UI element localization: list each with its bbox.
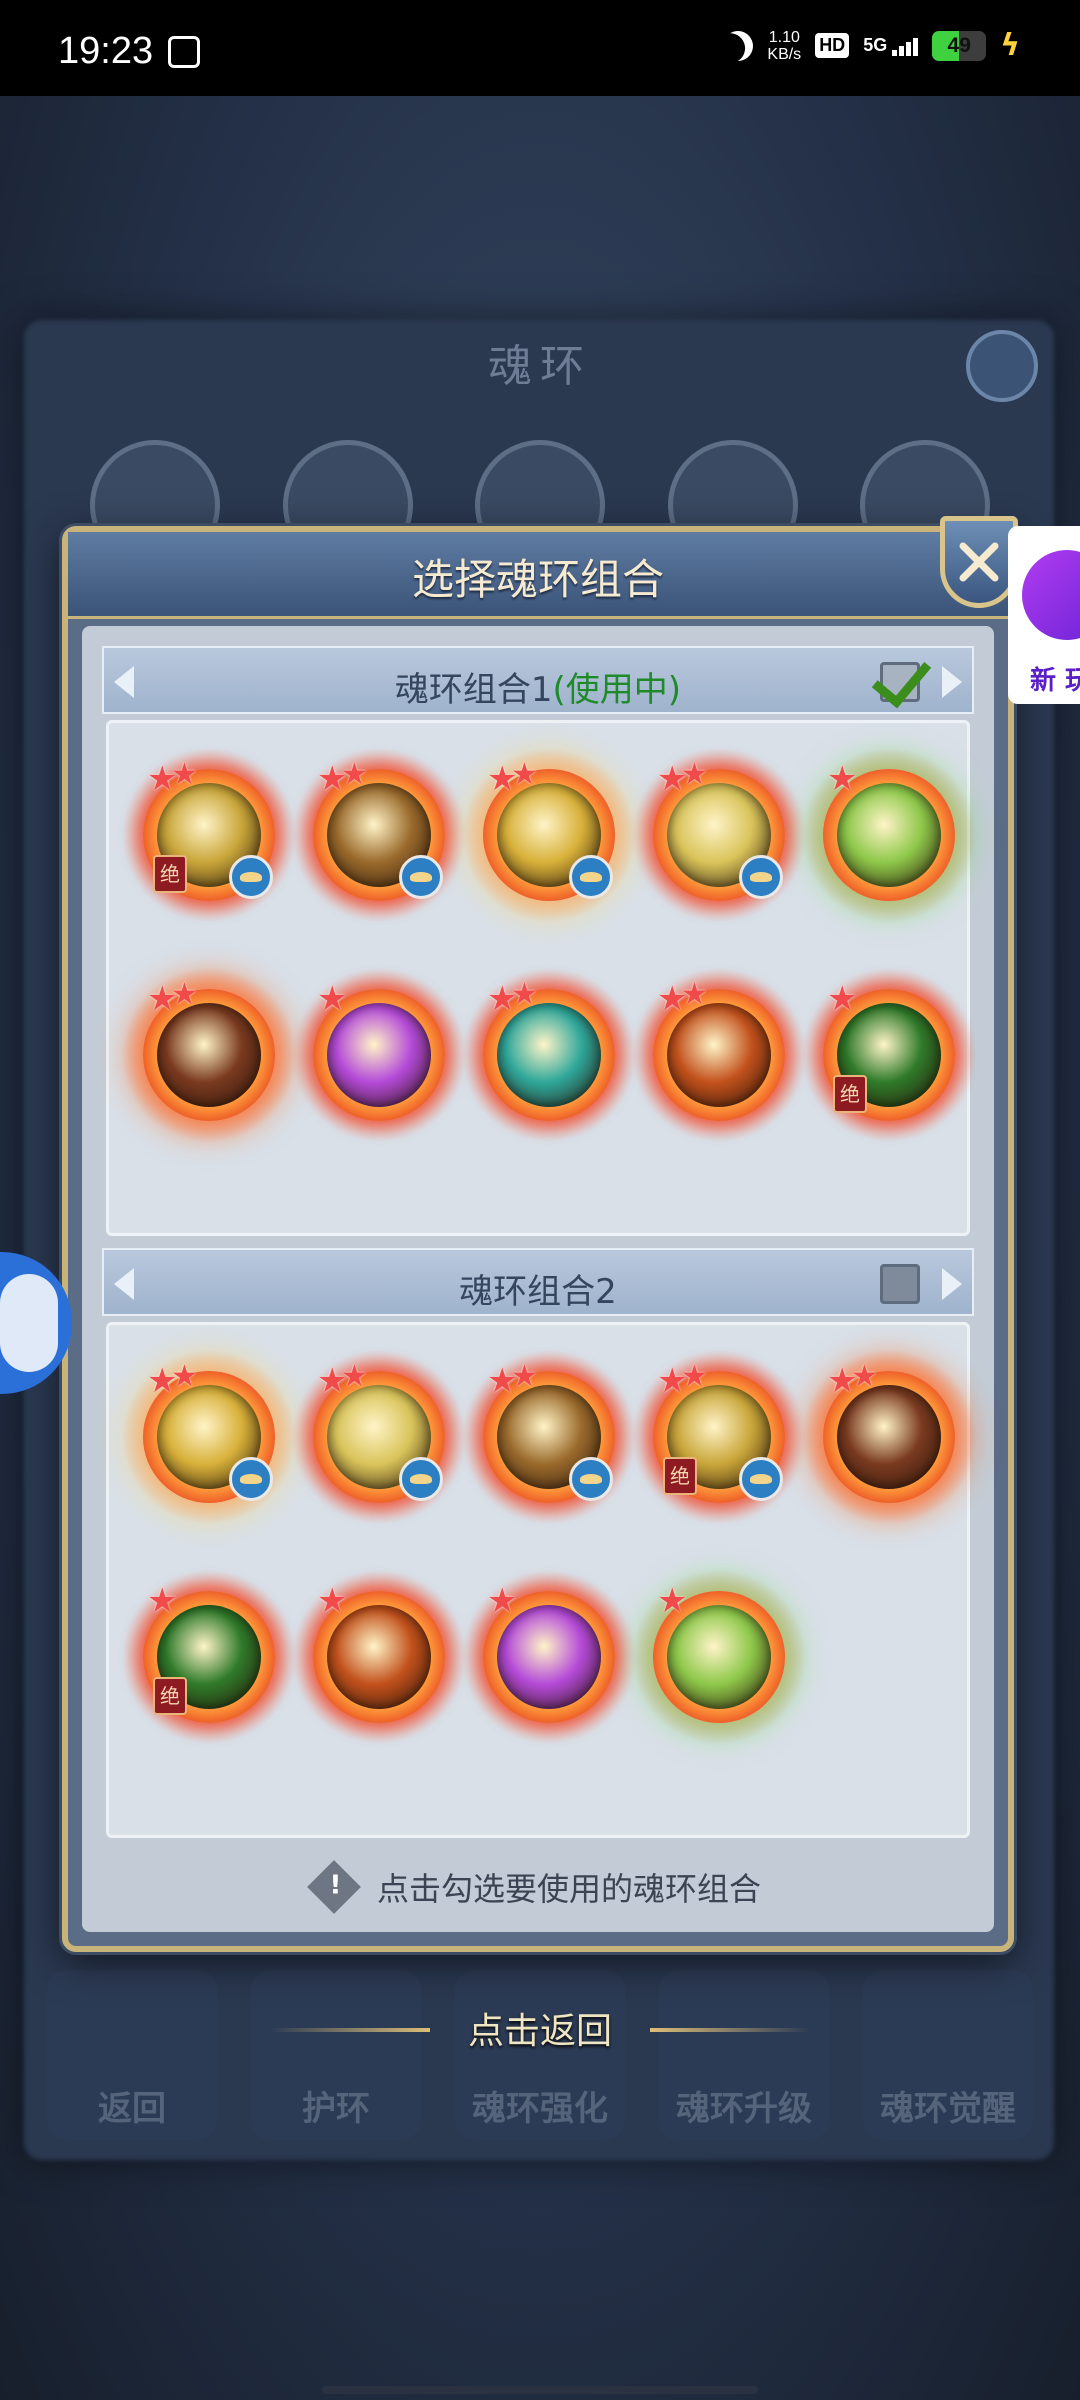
- background-back-button: 返回: [47, 1970, 217, 2140]
- do-not-disturb-icon: [718, 25, 759, 66]
- cloud-badge-icon: [739, 1457, 783, 1501]
- star-icon: ★: [341, 757, 368, 792]
- soul-ring[interactable]: ★: [631, 1569, 807, 1745]
- soul-ring[interactable]: ★ ★: [121, 967, 297, 1143]
- cloud-badge-icon: [229, 855, 273, 899]
- star-icon: ★: [341, 1359, 368, 1394]
- background-enhance-button: 魂环强化: [455, 1970, 625, 2140]
- star-icon: ★: [487, 1581, 518, 1621]
- floating-ad-widget[interactable]: 新 玩: [1008, 526, 1080, 704]
- clock: 19:23: [58, 30, 154, 72]
- soul-ring[interactable]: ★: [801, 747, 977, 923]
- in-use-label: (使用中): [552, 670, 682, 710]
- background-close-icon: [966, 330, 1038, 402]
- soul-ring[interactable]: ★ ★: [121, 1349, 297, 1525]
- tap-to-return[interactable]: 点击返回: [0, 2002, 1080, 2054]
- group-1-rings[interactable]: ★ ★ 绝 ★ ★ ★ ★ ★ ★ ★ ★ ★ ★ ★ ★ ★ ★ ★ 绝: [106, 720, 977, 1236]
- home-indicator[interactable]: [322, 2386, 758, 2394]
- star-icon: ★: [657, 1581, 688, 1621]
- close-icon: [959, 542, 999, 582]
- star-icon: ★: [827, 759, 858, 799]
- dialog-body: 魂环组合1(使用中) ★ ★ 绝 ★ ★ ★ ★ ★ ★ ★ ★ ★ ★ ★ ★ ★ ★ ★ 绝 魂环组合2 ★ ★ ★…: [82, 626, 994, 1932]
- star-icon: ★: [147, 1581, 178, 1621]
- star-icon: ★: [171, 977, 198, 1012]
- background-awaken-button: 魂环觉醒: [863, 1970, 1033, 2140]
- soul-ring[interactable]: ★: [291, 1569, 467, 1745]
- soul-ring[interactable]: ★ ★ 绝: [631, 1349, 807, 1525]
- app-notification-icon: [168, 36, 200, 68]
- background-upgrade-button: 魂环升级: [659, 1970, 829, 2140]
- signal-icon: 5G: [863, 35, 919, 56]
- dialog-header: 选择魂环组合: [68, 532, 1008, 619]
- app-logo-icon: [1022, 550, 1080, 640]
- rocket-icon: [0, 1274, 58, 1372]
- jue-badge: 绝: [663, 1457, 697, 1495]
- group-2-label: 魂环组合2: [459, 1272, 617, 1312]
- arrow-right-icon: [942, 666, 962, 698]
- cloud-badge-icon: [569, 855, 613, 899]
- soul-ring[interactable]: ★ ★: [291, 1349, 467, 1525]
- group-1-checkbox[interactable]: [871, 646, 932, 709]
- soul-ring[interactable]: ★ ★: [801, 1349, 977, 1525]
- soul-ring[interactable]: ★ ★: [461, 1349, 637, 1525]
- star-icon: ★: [511, 757, 538, 792]
- group-2-checkbox[interactable]: [880, 1264, 920, 1304]
- soul-ring[interactable]: ★ ★ 绝: [121, 747, 297, 923]
- cloud-badge-icon: [569, 1457, 613, 1501]
- star-icon: ★: [171, 1359, 198, 1394]
- battery-icon: 49: [932, 30, 987, 61]
- soul-ring[interactable]: ★: [461, 1569, 637, 1745]
- hd-icon: HD: [815, 33, 850, 58]
- cloud-badge-icon: [739, 855, 783, 899]
- soul-ring[interactable]: ★ ★: [461, 747, 637, 923]
- group-1-label: 魂环组合1: [394, 670, 553, 710]
- dialog-title: 选择魂环组合: [411, 555, 664, 604]
- soul-ring[interactable]: ★ ★: [631, 747, 807, 923]
- cloud-badge-icon: [399, 1457, 443, 1501]
- group-2-rings[interactable]: ★ ★ ★ ★ ★ ★ ★ ★ 绝 ★ ★ ★ 绝 ★ ★ ★: [106, 1322, 977, 1838]
- star-icon: ★: [851, 1359, 878, 1394]
- soul-ring[interactable]: ★ ★: [631, 967, 807, 1143]
- soul-ring[interactable]: ★ ★: [291, 747, 467, 923]
- network-speed: 1.10 KB/s: [767, 28, 802, 63]
- star-icon: ★: [681, 1359, 708, 1394]
- group-2-header[interactable]: 魂环组合2: [102, 1248, 974, 1316]
- soul-ring[interactable]: ★ 绝: [121, 1569, 297, 1745]
- jue-badge: 绝: [833, 1075, 867, 1113]
- star-icon: ★: [317, 1581, 348, 1621]
- star-icon: ★: [827, 979, 858, 1019]
- cloud-badge-icon: [399, 855, 443, 899]
- star-icon: ★: [317, 979, 348, 1019]
- close-button[interactable]: [940, 516, 1018, 608]
- group-1-header[interactable]: 魂环组合1(使用中): [102, 646, 974, 714]
- background-bottom-menu: 返回 护环 魂环强化 魂环升级 魂环觉醒: [30, 1950, 1050, 2160]
- soul-ring[interactable]: ★ 绝: [801, 967, 977, 1143]
- cloud-badge-icon: [229, 1457, 273, 1501]
- soul-ring[interactable]: ★ ★: [461, 967, 637, 1143]
- soul-ring[interactable]: ★: [291, 967, 467, 1143]
- background-title: 魂环: [488, 341, 592, 392]
- star-icon: ★: [511, 1359, 538, 1394]
- jue-badge: 绝: [153, 855, 187, 893]
- selection-hint: ! 点击勾选要使用的魂环组合: [82, 1860, 994, 1914]
- select-ring-combo-dialog: 选择魂环组合 魂环组合1(使用中) ★ ★ 绝 ★ ★ ★ ★ ★ ★ ★ ★ ★ ★ ★ ★ ★ ★ ★ 绝 魂环…: [62, 516, 1018, 1952]
- charging-icon: ϟ: [1000, 28, 1020, 63]
- jue-badge: 绝: [153, 1677, 187, 1715]
- star-icon: ★: [511, 977, 538, 1012]
- star-icon: ★: [681, 977, 708, 1012]
- star-icon: ★: [171, 757, 198, 792]
- status-bar: 19:23 1.10 KB/s HD 5G 49 ϟ: [0, 0, 1080, 96]
- arrow-right-icon: [942, 1268, 962, 1300]
- background-guard-button: 护环: [251, 1970, 421, 2140]
- star-icon: ★: [681, 757, 708, 792]
- warning-icon: !: [307, 1860, 361, 1914]
